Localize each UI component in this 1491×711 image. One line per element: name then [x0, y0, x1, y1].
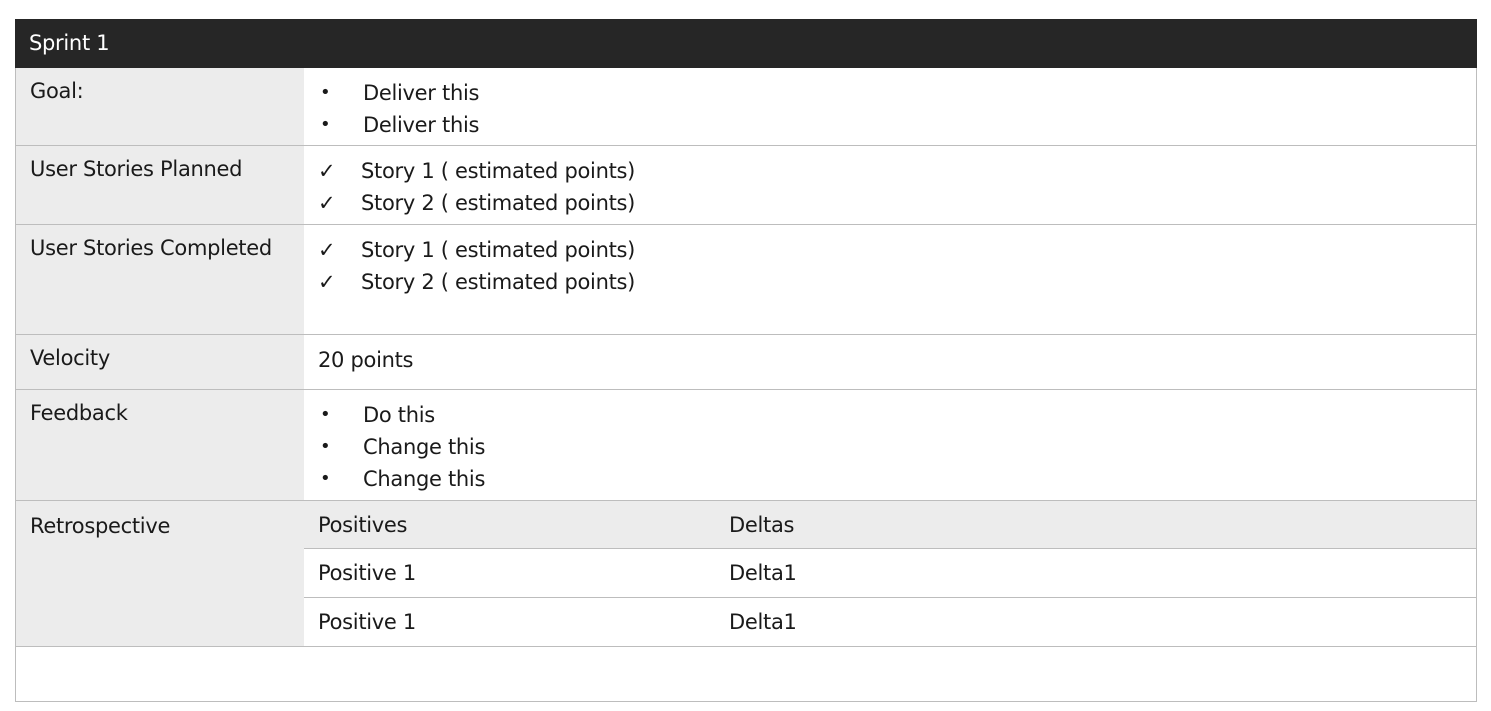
- feedback-label: Feedback: [16, 390, 304, 500]
- feedback-row: Feedback • Do this • Change this • Chang…: [15, 390, 1477, 501]
- delta-cell: Delta1: [729, 609, 797, 634]
- story-item-text: Story 1 ( estimated points): [361, 238, 636, 262]
- delta-cell: Delta1: [729, 561, 797, 586]
- list-item: • Change this: [318, 433, 1476, 465]
- sprint-table: Sprint 1 Goal: • Deliver this • Deliver …: [15, 19, 1477, 702]
- empty-row: [15, 647, 1477, 702]
- stories-completed-list: ✓ Story 1 ( estimated points) ✓ Story 2 …: [304, 225, 1476, 334]
- velocity-value-text: 20 points: [318, 348, 414, 372]
- bullet-icon: •: [320, 114, 331, 135]
- deltas-header: Deltas: [729, 512, 795, 537]
- velocity-row: Velocity 20 points: [15, 335, 1477, 390]
- bullet-icon: •: [320, 82, 331, 103]
- bullet-icon: •: [320, 436, 331, 457]
- bullet-icon: •: [320, 404, 331, 425]
- list-item: ✓ Story 1 ( estimated points): [318, 157, 1476, 189]
- goal-row: Goal: • Deliver this • Deliver this: [15, 68, 1477, 146]
- feedback-item-text: Change this: [363, 435, 486, 459]
- table-row: Positive 1 Delta1: [304, 549, 1476, 598]
- retrospective-table: Positives Deltas Positive 1 Delta1 Posit…: [304, 501, 1476, 646]
- list-item: ✓ Story 2 ( estimated points): [318, 189, 1476, 221]
- checkmark-icon: ✓: [318, 159, 336, 183]
- positive-cell: Positive 1: [318, 609, 416, 634]
- checkmark-icon: ✓: [318, 238, 336, 262]
- table-row: Positive 1 Delta1: [304, 598, 1476, 646]
- goal-item-text: Deliver this: [363, 81, 480, 105]
- stories-planned-label: User Stories Planned: [16, 146, 304, 224]
- goal-label: Goal:: [16, 68, 304, 145]
- list-item: • Do this: [318, 401, 1476, 433]
- story-item-text: Story 1 ( estimated points): [361, 159, 636, 183]
- checkmark-icon: ✓: [318, 191, 336, 215]
- positive-cell: Positive 1: [318, 561, 416, 586]
- list-item: ✓ Story 1 ( estimated points): [318, 236, 1476, 268]
- stories-planned-row: User Stories Planned ✓ Story 1 ( estimat…: [15, 146, 1477, 225]
- positives-header: Positives: [318, 512, 408, 537]
- story-item-text: Story 2 ( estimated points): [361, 191, 636, 215]
- story-item-text: Story 2 ( estimated points): [361, 270, 636, 294]
- retrospective-row: Retrospective Positives Deltas Positive …: [15, 501, 1477, 647]
- goal-list: • Deliver this • Deliver this: [304, 68, 1476, 145]
- bullet-icon: •: [320, 468, 331, 489]
- feedback-list: • Do this • Change this • Change this: [304, 390, 1476, 500]
- list-item: ✓ Story 2 ( estimated points): [318, 268, 1476, 300]
- checkmark-icon: ✓: [318, 270, 336, 294]
- feedback-item-text: Do this: [363, 403, 435, 427]
- stories-completed-row: User Stories Completed ✓ Story 1 ( estim…: [15, 225, 1477, 335]
- goal-item-text: Deliver this: [363, 113, 480, 137]
- stories-completed-label: User Stories Completed: [16, 225, 304, 334]
- velocity-text: 20 points: [318, 346, 1476, 378]
- retrospective-label: Retrospective: [16, 501, 304, 646]
- list-item: • Deliver this: [318, 79, 1476, 111]
- retrospective-header-row: Positives Deltas: [304, 501, 1476, 550]
- feedback-item-text: Change this: [363, 467, 486, 491]
- sprint-title: Sprint 1: [15, 19, 1477, 68]
- list-item: • Deliver this: [318, 111, 1476, 143]
- velocity-value: 20 points: [304, 335, 1476, 389]
- velocity-label: Velocity: [16, 335, 304, 389]
- list-item: • Change this: [318, 465, 1476, 497]
- stories-planned-list: ✓ Story 1 ( estimated points) ✓ Story 2 …: [304, 146, 1476, 224]
